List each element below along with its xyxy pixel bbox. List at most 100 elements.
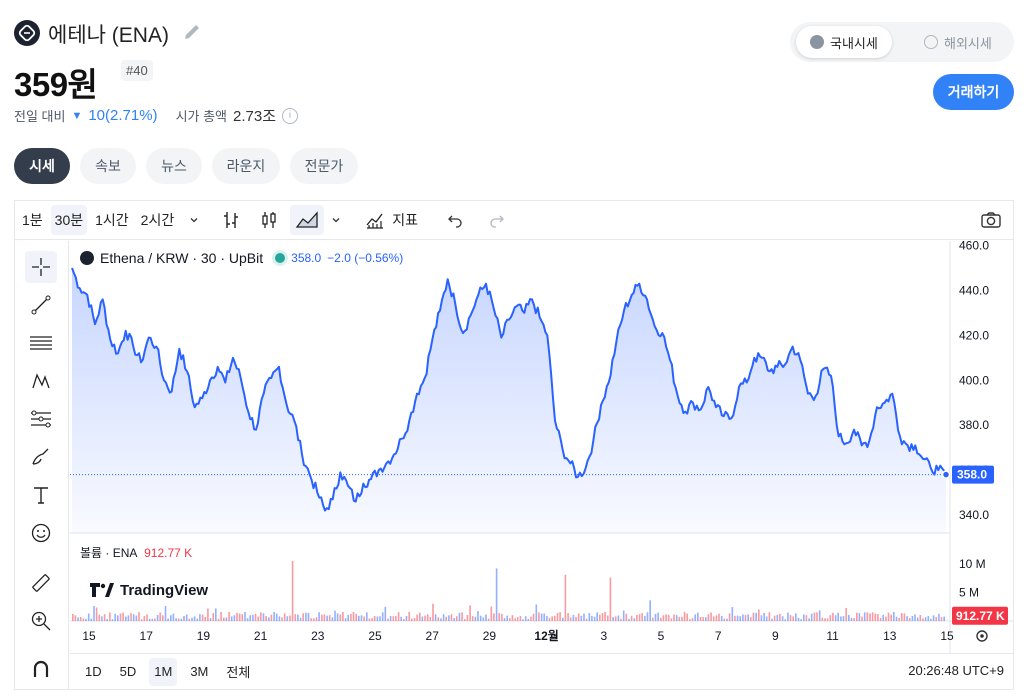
volume-bar	[114, 613, 116, 621]
volume-bar	[810, 613, 813, 621]
magnet-icon[interactable]	[25, 653, 57, 685]
volume-bar	[151, 618, 154, 621]
tab-lounge[interactable]: 라운지	[212, 148, 280, 184]
pattern-icon[interactable]	[25, 365, 57, 397]
volume-bar	[310, 618, 312, 621]
volume-bar	[763, 612, 765, 621]
tradingview-logo[interactable]: TradingView	[80, 574, 219, 606]
volume-bar	[511, 615, 514, 621]
volume-bar	[469, 605, 471, 621]
volume-bar	[622, 610, 625, 621]
chevron-down-icon[interactable]	[326, 205, 346, 235]
tab-breaking[interactable]: 속보	[80, 148, 136, 184]
volume-bar	[458, 612, 461, 621]
tab-expert[interactable]: 전문가	[290, 148, 358, 184]
volume-bar	[914, 614, 916, 621]
range-1d[interactable]: 1D	[80, 658, 107, 686]
volume-bar	[387, 618, 389, 621]
fib-icon[interactable]	[25, 403, 57, 435]
price-axis-label: 340.0	[959, 508, 989, 522]
volume-bar	[373, 616, 376, 621]
volume-bar	[625, 613, 628, 621]
clock: 20:26:48 UTC+9	[908, 663, 1004, 678]
volume-bar	[609, 577, 612, 621]
range-5d[interactable]: 5D	[115, 658, 142, 686]
volume-bar	[657, 612, 659, 621]
bar-chart-icon[interactable]	[216, 205, 246, 235]
volume-bar	[930, 618, 932, 621]
volume-label: 볼륨 · ENA	[80, 546, 137, 560]
volume-bar	[551, 616, 553, 621]
ruler-icon[interactable]	[25, 567, 57, 599]
volume-bar	[882, 614, 884, 621]
volume-bar	[614, 616, 617, 621]
volume-bar	[236, 612, 238, 621]
tab-news[interactable]: 뉴스	[146, 148, 202, 184]
trend-line-icon[interactable]	[25, 289, 57, 321]
volume-bar	[871, 612, 874, 621]
time-axis-label: 3	[600, 629, 607, 643]
volume-bar	[932, 615, 935, 621]
redo-icon[interactable]	[484, 205, 510, 235]
zoom-in-icon[interactable]	[25, 605, 57, 637]
volume-bar	[223, 617, 225, 621]
volume-bar	[395, 616, 397, 621]
info-icon[interactable]: i	[282, 107, 299, 124]
volume-bar	[543, 613, 545, 621]
chart-legend: Ethena / KRW · 30 · UpBit 358.0 −2.0 (−0…	[80, 250, 403, 266]
range-3m[interactable]: 3M	[185, 658, 213, 686]
volume-bar	[448, 615, 450, 621]
volume-bar	[437, 617, 440, 621]
domestic-price-button[interactable]: 국내시세	[796, 26, 892, 58]
volume-bar	[477, 611, 479, 621]
volume-bar	[453, 618, 455, 621]
interval-1m[interactable]: 1분	[18, 205, 47, 235]
chevron-down-icon[interactable]	[184, 205, 204, 235]
volume-bar	[821, 617, 824, 621]
overseas-price-button[interactable]: 해외시세	[910, 26, 1006, 58]
indicators-icon	[366, 213, 384, 229]
volume-bar	[302, 613, 304, 621]
volume-bar	[649, 600, 651, 621]
volume-bar	[644, 616, 646, 621]
volume-bar	[588, 613, 591, 621]
volume-bar	[628, 618, 630, 621]
range-all[interactable]: 전체	[221, 658, 255, 686]
area-chart-icon[interactable]	[290, 204, 325, 235]
volume-bar	[408, 611, 410, 621]
coin-title: 에테나 (ENA)	[48, 24, 169, 47]
emoji-icon[interactable]	[25, 517, 57, 549]
volume-bar	[371, 618, 373, 621]
tab-price[interactable]: 시세	[14, 148, 70, 184]
volume-bar	[922, 618, 924, 621]
volume-bar	[776, 614, 779, 621]
volume-bar	[230, 616, 233, 621]
text-icon[interactable]	[25, 479, 57, 511]
parallel-lines-icon[interactable]	[25, 327, 57, 359]
crosshair-icon[interactable]	[25, 251, 57, 283]
undo-icon[interactable]	[442, 205, 468, 235]
brush-icon[interactable]	[25, 441, 57, 473]
price-area	[72, 268, 946, 533]
volume-bar	[132, 614, 135, 621]
indicators-button[interactable]: 지표	[360, 205, 422, 235]
pencil-icon[interactable]	[181, 21, 203, 48]
volume-bar	[556, 612, 559, 621]
volume-bar	[424, 615, 426, 621]
volume-bar	[411, 618, 413, 621]
price-axis-label: 400.0	[959, 373, 989, 387]
candlestick-icon[interactable]	[254, 205, 284, 235]
interval-30m[interactable]: 30분	[50, 204, 88, 235]
camera-icon[interactable]	[976, 205, 1006, 235]
volume-bar	[800, 619, 802, 621]
trade-button[interactable]: 거래하기	[933, 74, 1014, 110]
volume-bar	[397, 612, 400, 621]
range-1m[interactable]: 1M	[149, 657, 178, 686]
volume-bar	[569, 617, 572, 621]
interval-1h[interactable]: 1시간	[91, 205, 133, 235]
interval-2h[interactable]: 2시간	[137, 205, 179, 235]
volume-axis-label: 10 M	[959, 557, 986, 571]
volume-bar	[212, 613, 214, 621]
gear-icon[interactable]	[976, 630, 988, 642]
time-axis-label: 9	[772, 629, 779, 643]
